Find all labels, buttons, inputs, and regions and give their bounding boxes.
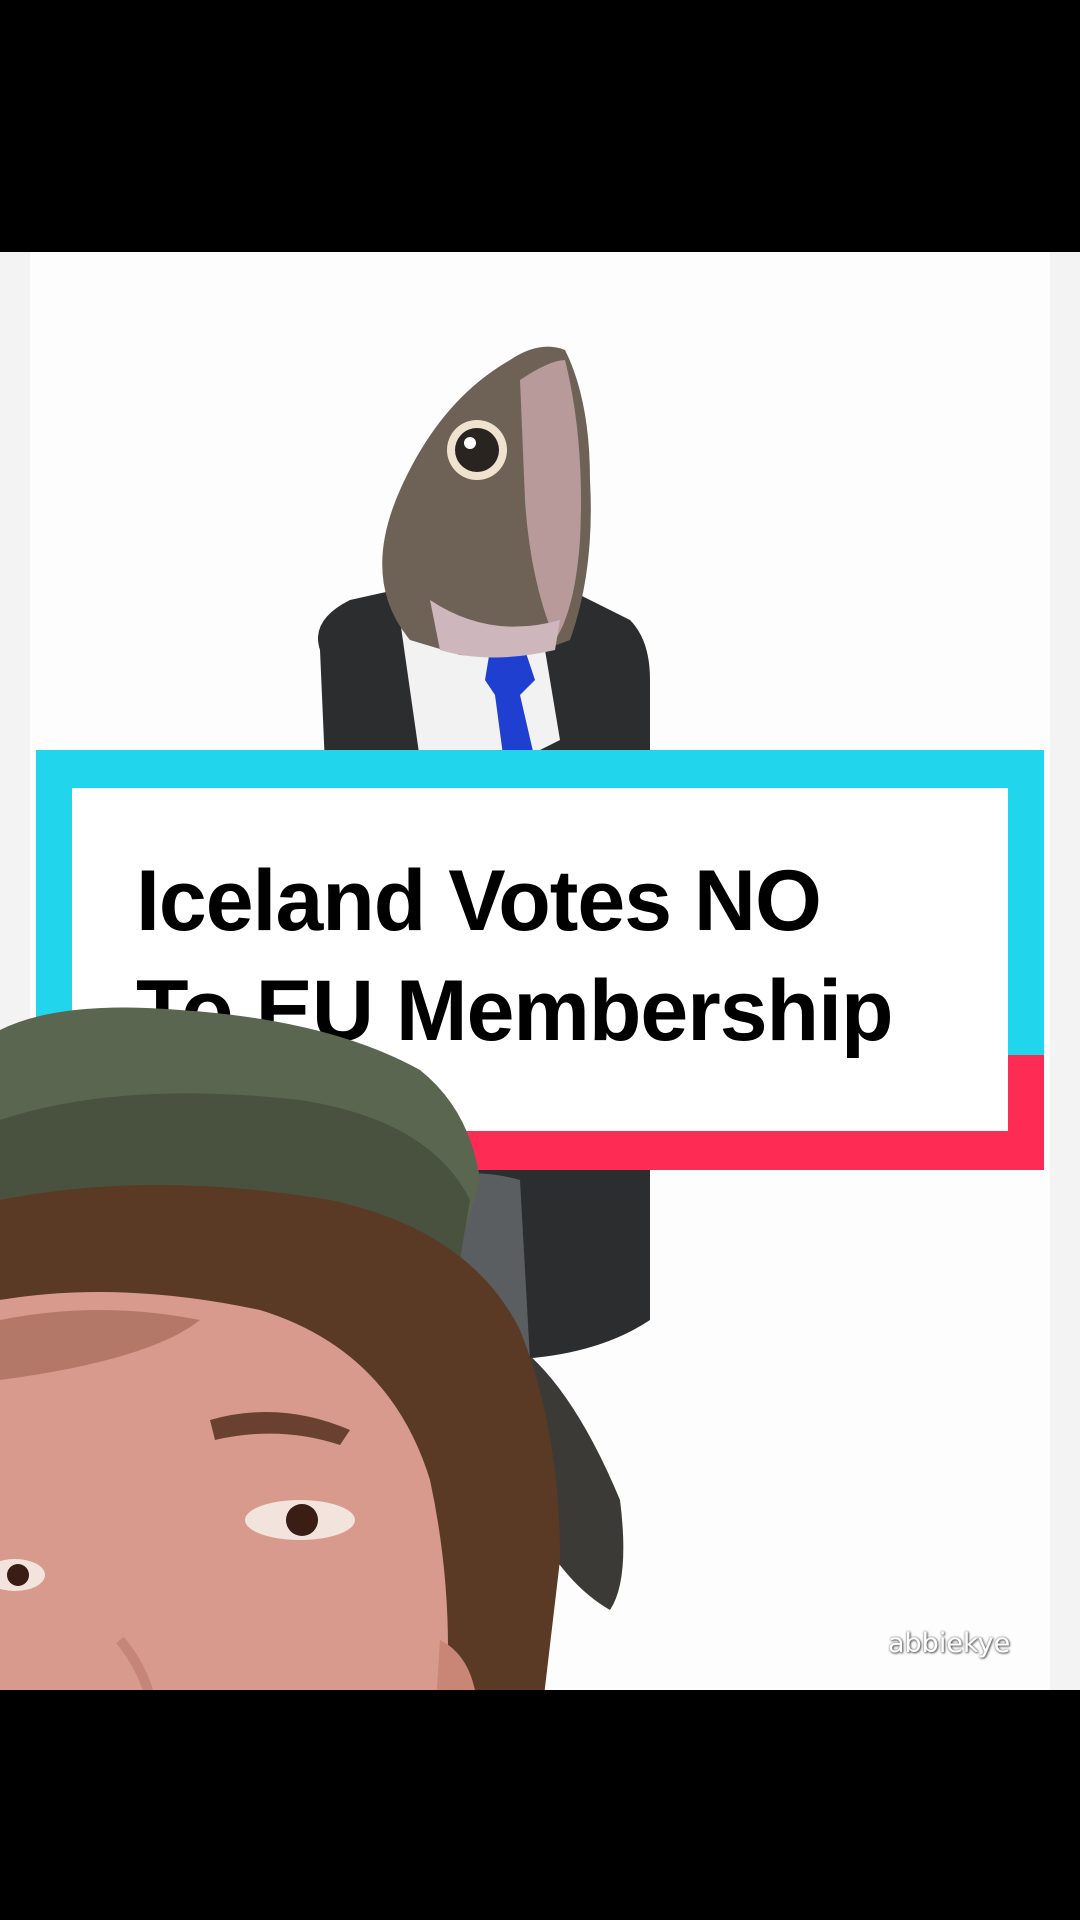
top-letterbox [0,0,1080,252]
video-frame: Iceland Votes NO To EU Membership abbiek… [0,0,1080,1920]
headline-line-1: Iceland Votes NO [136,853,822,949]
bottom-letterbox [0,1690,1080,1920]
creator-watermark: abbiekye [888,1628,1011,1659]
